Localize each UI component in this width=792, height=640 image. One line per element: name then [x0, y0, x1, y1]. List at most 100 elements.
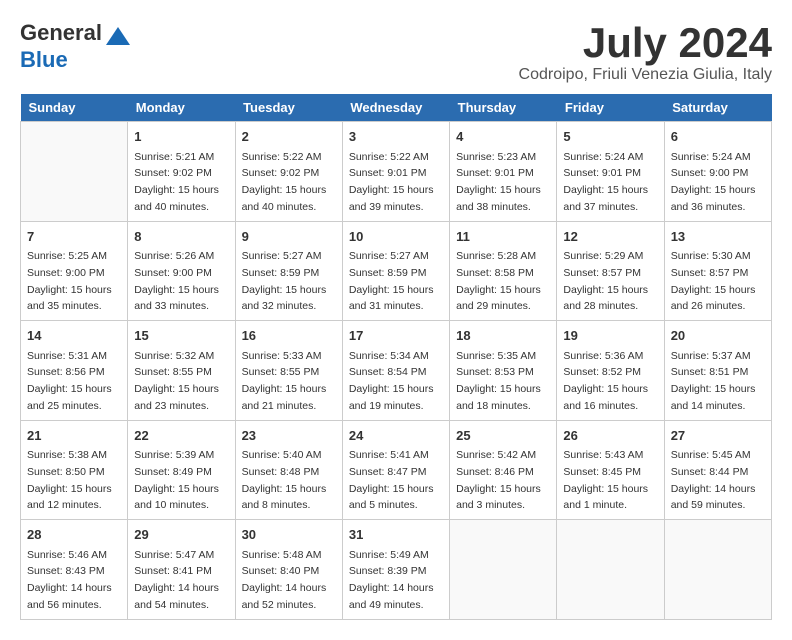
- location-title: Codroipo, Friuli Venezia Giulia, Italy: [519, 66, 772, 84]
- calendar-cell: 7 Sunrise: 5:25 AM Sunset: 9:00 PM Daylig…: [21, 221, 128, 321]
- day-info: Sunrise: 5:41 AM Sunset: 8:47 PM Dayligh…: [349, 449, 434, 511]
- calendar-cell: 29 Sunrise: 5:47 AM Sunset: 8:41 PM Dayli…: [128, 520, 235, 620]
- day-info: Sunrise: 5:45 AM Sunset: 8:44 PM Dayligh…: [671, 449, 756, 511]
- calendar-cell: 19 Sunrise: 5:36 AM Sunset: 8:52 PM Dayli…: [557, 321, 664, 421]
- weekday-header-monday: Monday: [128, 94, 235, 122]
- day-info: Sunrise: 5:22 AM Sunset: 9:02 PM Dayligh…: [242, 151, 327, 213]
- day-info: Sunrise: 5:49 AM Sunset: 8:39 PM Dayligh…: [349, 549, 434, 611]
- calendar-cell: 10 Sunrise: 5:27 AM Sunset: 8:59 PM Dayli…: [342, 221, 449, 321]
- day-info: Sunrise: 5:31 AM Sunset: 8:56 PM Dayligh…: [27, 350, 112, 412]
- day-info: Sunrise: 5:33 AM Sunset: 8:55 PM Dayligh…: [242, 350, 327, 412]
- day-info: Sunrise: 5:21 AM Sunset: 9:02 PM Dayligh…: [134, 151, 219, 213]
- day-info: Sunrise: 5:25 AM Sunset: 9:00 PM Dayligh…: [27, 250, 112, 312]
- calendar-cell: 26 Sunrise: 5:43 AM Sunset: 8:45 PM Dayli…: [557, 420, 664, 520]
- day-number: 25: [456, 426, 550, 446]
- calendar-cell: [664, 520, 771, 620]
- calendar-cell: 14Sunrise: 5:31 AM Sunset: 8:56 PM Dayli…: [21, 321, 128, 421]
- calendar-cell: 15Sunrise: 5:32 AM Sunset: 8:55 PM Dayli…: [128, 321, 235, 421]
- calendar-header-row: SundayMondayTuesdayWednesdayThursdayFrid…: [21, 94, 772, 122]
- calendar-cell: 1 Sunrise: 5:21 AM Sunset: 9:02 PM Daylig…: [128, 122, 235, 222]
- day-number: 19: [563, 326, 657, 346]
- calendar-cell: 23 Sunrise: 5:40 AM Sunset: 8:48 PM Dayli…: [235, 420, 342, 520]
- calendar-cell: [21, 122, 128, 222]
- day-info: Sunrise: 5:32 AM Sunset: 8:55 PM Dayligh…: [134, 350, 219, 412]
- day-number: 1: [134, 127, 228, 147]
- day-info: Sunrise: 5:37 AM Sunset: 8:51 PM Dayligh…: [671, 350, 756, 412]
- day-info: Sunrise: 5:47 AM Sunset: 8:41 PM Dayligh…: [134, 549, 219, 611]
- day-number: 4: [456, 127, 550, 147]
- day-info: Sunrise: 5:22 AM Sunset: 9:01 PM Dayligh…: [349, 151, 434, 213]
- calendar-cell: 22 Sunrise: 5:39 AM Sunset: 8:49 PM Dayli…: [128, 420, 235, 520]
- calendar-cell: 20 Sunrise: 5:37 AM Sunset: 8:51 PM Dayli…: [664, 321, 771, 421]
- day-number: 23: [242, 426, 336, 446]
- day-info: Sunrise: 5:43 AM Sunset: 8:45 PM Dayligh…: [563, 449, 648, 511]
- day-number: 22: [134, 426, 228, 446]
- calendar-cell: 4 Sunrise: 5:23 AM Sunset: 9:01 PM Daylig…: [450, 122, 557, 222]
- page-header: General Blue July 2024 Codroipo, Friuli …: [20, 20, 772, 84]
- day-number: 27: [671, 426, 765, 446]
- weekday-header-sunday: Sunday: [21, 94, 128, 122]
- calendar-cell: 13 Sunrise: 5:30 AM Sunset: 8:57 PM Dayli…: [664, 221, 771, 321]
- day-number: 21: [27, 426, 121, 446]
- weekday-header-saturday: Saturday: [664, 94, 771, 122]
- day-info: Sunrise: 5:24 AM Sunset: 9:00 PM Dayligh…: [671, 151, 756, 213]
- day-info: Sunrise: 5:39 AM Sunset: 8:49 PM Dayligh…: [134, 449, 219, 511]
- day-number: 6: [671, 127, 765, 147]
- calendar-cell: 5 Sunrise: 5:24 AM Sunset: 9:01 PM Daylig…: [557, 122, 664, 222]
- title-area: July 2024 Codroipo, Friuli Venezia Giuli…: [519, 20, 772, 84]
- day-number: 17: [349, 326, 443, 346]
- day-number: 2: [242, 127, 336, 147]
- day-number: 29: [134, 525, 228, 545]
- day-info: Sunrise: 5:38 AM Sunset: 8:50 PM Dayligh…: [27, 449, 112, 511]
- day-number: 12: [563, 227, 657, 247]
- calendar-week-4: 21 Sunrise: 5:38 AM Sunset: 8:50 PM Dayli…: [21, 420, 772, 520]
- day-number: 30: [242, 525, 336, 545]
- day-info: Sunrise: 5:29 AM Sunset: 8:57 PM Dayligh…: [563, 250, 648, 312]
- calendar-week-3: 14Sunrise: 5:31 AM Sunset: 8:56 PM Dayli…: [21, 321, 772, 421]
- calendar-cell: 8Sunrise: 5:26 AM Sunset: 9:00 PM Daylig…: [128, 221, 235, 321]
- day-info: Sunrise: 5:34 AM Sunset: 8:54 PM Dayligh…: [349, 350, 434, 412]
- day-info: Sunrise: 5:48 AM Sunset: 8:40 PM Dayligh…: [242, 549, 327, 611]
- day-number: 20: [671, 326, 765, 346]
- day-info: Sunrise: 5:27 AM Sunset: 8:59 PM Dayligh…: [242, 250, 327, 312]
- month-title: July 2024: [519, 20, 772, 66]
- calendar-cell: [450, 520, 557, 620]
- calendar-cell: 21 Sunrise: 5:38 AM Sunset: 8:50 PM Dayli…: [21, 420, 128, 520]
- logo: General Blue: [20, 20, 132, 73]
- calendar-cell: 12 Sunrise: 5:29 AM Sunset: 8:57 PM Dayli…: [557, 221, 664, 321]
- day-number: 26: [563, 426, 657, 446]
- calendar-week-2: 7 Sunrise: 5:25 AM Sunset: 9:00 PM Daylig…: [21, 221, 772, 321]
- day-number: 28: [27, 525, 121, 545]
- calendar-cell: 16 Sunrise: 5:33 AM Sunset: 8:55 PM Dayli…: [235, 321, 342, 421]
- day-info: Sunrise: 5:40 AM Sunset: 8:48 PM Dayligh…: [242, 449, 327, 511]
- day-info: Sunrise: 5:35 AM Sunset: 8:53 PM Dayligh…: [456, 350, 541, 412]
- calendar-cell: 17 Sunrise: 5:34 AM Sunset: 8:54 PM Dayli…: [342, 321, 449, 421]
- calendar-week-1: 1 Sunrise: 5:21 AM Sunset: 9:02 PM Daylig…: [21, 122, 772, 222]
- day-info: Sunrise: 5:27 AM Sunset: 8:59 PM Dayligh…: [349, 250, 434, 312]
- logo-blue-text: Blue: [20, 47, 68, 72]
- day-info: Sunrise: 5:42 AM Sunset: 8:46 PM Dayligh…: [456, 449, 541, 511]
- day-number: 31: [349, 525, 443, 545]
- day-number: 9: [242, 227, 336, 247]
- calendar-cell: 11Sunrise: 5:28 AM Sunset: 8:58 PM Dayli…: [450, 221, 557, 321]
- calendar-cell: 25 Sunrise: 5:42 AM Sunset: 8:46 PM Dayli…: [450, 420, 557, 520]
- day-number: 7: [27, 227, 121, 247]
- calendar-cell: 3Sunrise: 5:22 AM Sunset: 9:01 PM Daylig…: [342, 122, 449, 222]
- calendar-table: SundayMondayTuesdayWednesdayThursdayFrid…: [20, 94, 772, 620]
- day-number: 5: [563, 127, 657, 147]
- calendar-cell: 6 Sunrise: 5:24 AM Sunset: 9:00 PM Daylig…: [664, 122, 771, 222]
- calendar-cell: 27 Sunrise: 5:45 AM Sunset: 8:44 PM Dayli…: [664, 420, 771, 520]
- day-info: Sunrise: 5:23 AM Sunset: 9:01 PM Dayligh…: [456, 151, 541, 213]
- calendar-cell: 18Sunrise: 5:35 AM Sunset: 8:53 PM Dayli…: [450, 321, 557, 421]
- day-info: Sunrise: 5:24 AM Sunset: 9:01 PM Dayligh…: [563, 151, 648, 213]
- calendar-cell: 24Sunrise: 5:41 AM Sunset: 8:47 PM Dayli…: [342, 420, 449, 520]
- calendar-cell: 28Sunrise: 5:46 AM Sunset: 8:43 PM Dayli…: [21, 520, 128, 620]
- day-info: Sunrise: 5:36 AM Sunset: 8:52 PM Dayligh…: [563, 350, 648, 412]
- day-info: Sunrise: 5:30 AM Sunset: 8:57 PM Dayligh…: [671, 250, 756, 312]
- day-info: Sunrise: 5:28 AM Sunset: 8:58 PM Dayligh…: [456, 250, 541, 312]
- day-number: 16: [242, 326, 336, 346]
- day-number: 13: [671, 227, 765, 247]
- day-number: 10: [349, 227, 443, 247]
- weekday-header-tuesday: Tuesday: [235, 94, 342, 122]
- calendar-week-5: 28Sunrise: 5:46 AM Sunset: 8:43 PM Dayli…: [21, 520, 772, 620]
